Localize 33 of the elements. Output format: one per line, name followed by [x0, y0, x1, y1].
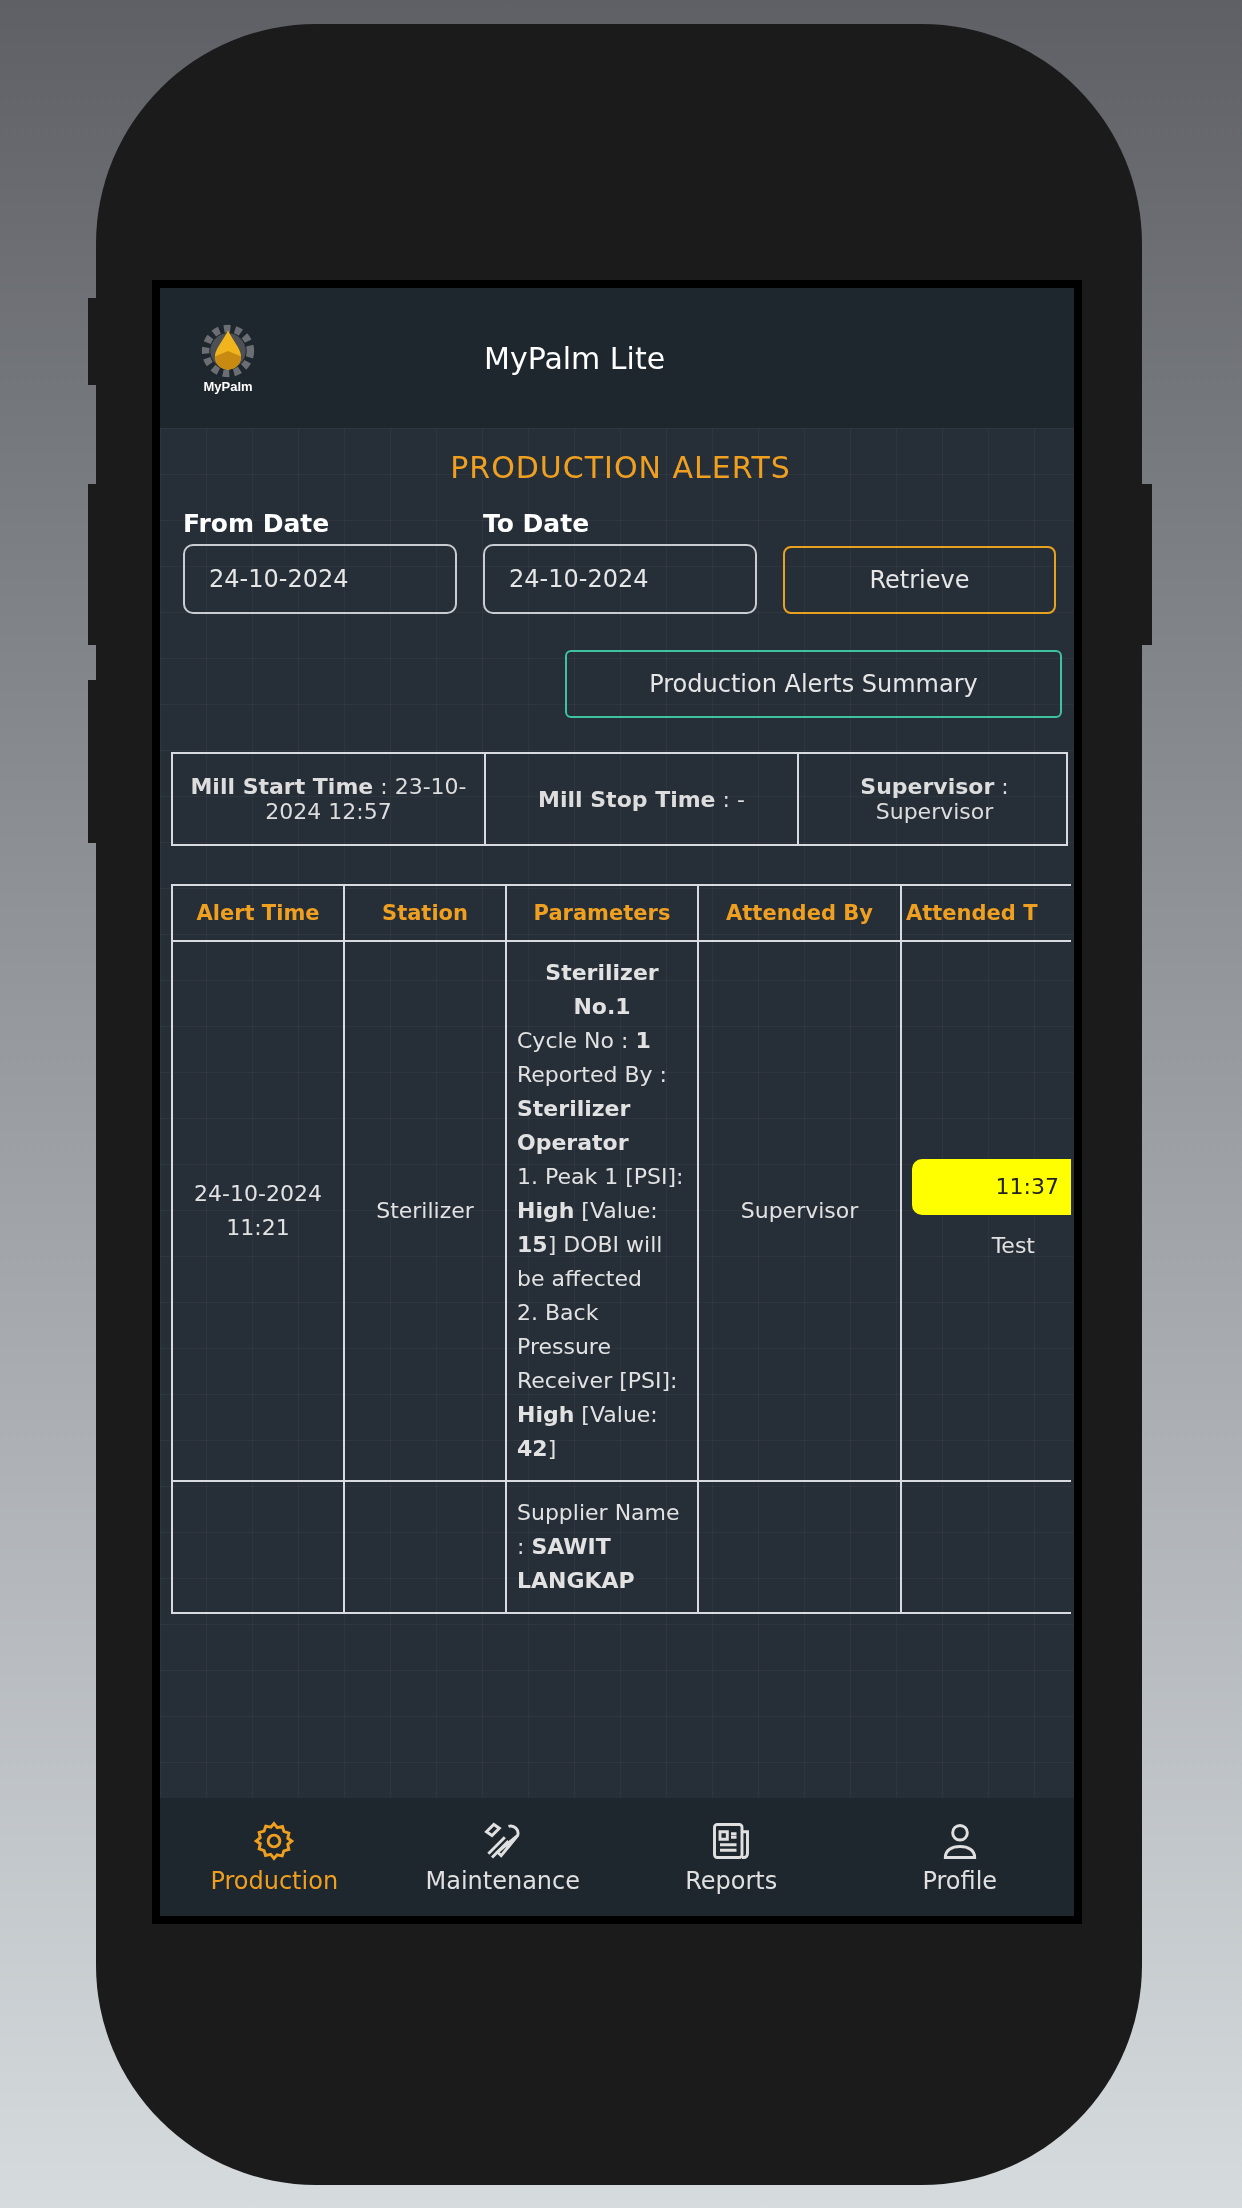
column-header: Station	[344, 885, 506, 941]
date-field[interactable]: 24-10-2024	[483, 544, 757, 614]
table-cell: 24-10-2024 11:21	[194, 1181, 322, 1240]
field-label: To Date	[483, 509, 591, 538]
table-cell-text: Test	[990, 1232, 1036, 1260]
date-field[interactable]: 24-10-2024	[183, 544, 457, 614]
column-header: Attended By	[698, 885, 901, 941]
column-header: Parameters	[506, 885, 698, 941]
summary-button[interactable]: Production Alerts Summary	[565, 650, 1062, 718]
table-cell: Supervisor	[740, 1198, 859, 1223]
retrieve-button[interactable]: Retrieve	[783, 546, 1056, 614]
logo-text: MyPalm	[203, 378, 253, 394]
info-text: Mill Start Time : 23-10-2024 12:57	[189, 774, 468, 824]
parameter-text: Supplier Name : SAWIT LANGKAP	[517, 1499, 681, 1595]
app-title: MyPalm Lite	[484, 340, 666, 376]
page-title: PRODUCTION ALERTS	[449, 450, 792, 485]
column-header: Attended T	[901, 885, 1071, 941]
nav-tab[interactable]: Production	[160, 1798, 389, 1916]
info-text: Supervisor : Supervisor	[859, 774, 1010, 824]
info-text: Mill Stop Time : -	[538, 786, 745, 812]
settings-icon	[252, 1819, 297, 1863]
parameter-text: 1. Peak 1 [PSI]: High [Value: 15] DOBI will be affected	[517, 1163, 685, 1293]
time-badge: 11:37	[912, 1159, 1071, 1215]
parameter-text: Reported By : Sterilizer Operator	[517, 1061, 668, 1157]
nav-tab[interactable]: Profile	[845, 1798, 1074, 1916]
field-label: From Date	[183, 509, 331, 538]
nav-tab[interactable]: Reports	[617, 1798, 846, 1916]
column-header: Alert Time	[172, 885, 344, 941]
parameter-title: Sterilizer No.1	[544, 959, 660, 1021]
table-cell: Sterilizer	[376, 1198, 474, 1223]
parameter-text: Cycle No : 1	[517, 1027, 652, 1055]
parameter-text: 2. Back Pressure Receiver [PSI]: High [Value: 42]	[517, 1299, 679, 1463]
nav-tab[interactable]: Maintenance	[388, 1798, 617, 1916]
